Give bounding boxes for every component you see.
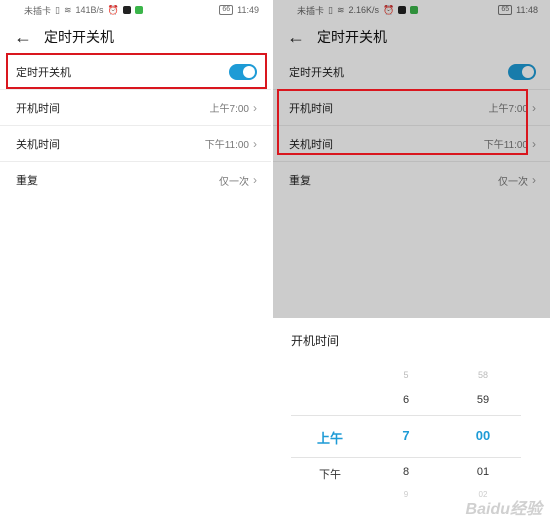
hour-option[interactable]: 8 <box>386 466 426 478</box>
right-screen: 未插卡 ▯ ≋ 2.16K/s ⏰ 65 11:48 ← 定时开关机 定时开关机… <box>273 0 550 525</box>
picker-divider-top <box>291 415 521 416</box>
back-arrow-icon[interactable]: ← <box>14 27 44 48</box>
hour-option[interactable]: 5 <box>386 370 426 380</box>
power-on-time-row[interactable]: 开机时间 上午7:00 › <box>0 90 271 126</box>
minute-option[interactable]: 59 <box>463 394 503 406</box>
row-label: 开机时间 <box>16 102 60 115</box>
network-speed: 141B/s <box>75 5 104 15</box>
app-bar: ← 定时开关机 <box>0 20 271 54</box>
highlight-box <box>6 53 267 89</box>
minute-selected[interactable]: 00 <box>463 428 503 443</box>
minute-option[interactable]: 01 <box>463 466 503 478</box>
power-off-time-row[interactable]: 关机时间 下午11:00 › <box>0 126 271 162</box>
highlight-box <box>277 89 528 155</box>
ampm-option[interactable]: 下午 <box>310 466 350 482</box>
wechat-icon <box>134 6 143 14</box>
dim-overlay[interactable] <box>273 0 550 318</box>
row-value: 下午11:00 <box>204 140 249 151</box>
tiktok-icon <box>122 6 131 14</box>
chevron-right-icon: › <box>253 136 257 151</box>
row-value: 上午7:00 <box>209 104 249 115</box>
wifi-icon: ≋ <box>63 4 72 15</box>
status-bar: 未插卡 ▯ ≋ 141B/s ⏰ 66 11:49 <box>0 0 271 20</box>
repeat-row[interactable]: 重复 仅一次 › <box>0 162 271 198</box>
row-label: 重复 <box>16 175 38 187</box>
hour-option[interactable]: 9 <box>386 490 426 499</box>
chevron-right-icon: › <box>253 100 257 115</box>
sim-icon: ▯ <box>55 4 60 15</box>
row-label: 关机时间 <box>16 138 60 151</box>
chevron-right-icon: › <box>253 173 257 187</box>
alarm-icon: ⏰ <box>107 4 119 15</box>
hour-option[interactable]: 6 <box>386 394 426 406</box>
time-picker-sheet: 开机时间 上午 下午 5 6 7 8 9 58 59 00 01 02 Baid… <box>273 318 550 525</box>
hour-selected[interactable]: 7 <box>386 428 426 443</box>
minute-option[interactable]: 58 <box>463 370 503 380</box>
page-title: 定时开关机 <box>44 29 114 45</box>
ampm-selected[interactable]: 上午 <box>310 428 350 447</box>
sheet-title: 开机时间 <box>291 334 340 348</box>
carrier-label: 未插卡 <box>24 5 52 16</box>
clock: 11:49 <box>237 5 259 15</box>
picker-divider-bottom <box>291 457 521 458</box>
baidu-watermark: Baidu经验 <box>465 501 542 518</box>
left-screen: 未插卡 ▯ ≋ 141B/s ⏰ 66 11:49 ← 定时开关机 定时开关机 … <box>0 0 271 525</box>
battery-icon: 66 <box>219 5 234 15</box>
row-value: 仅一次 <box>219 176 249 188</box>
